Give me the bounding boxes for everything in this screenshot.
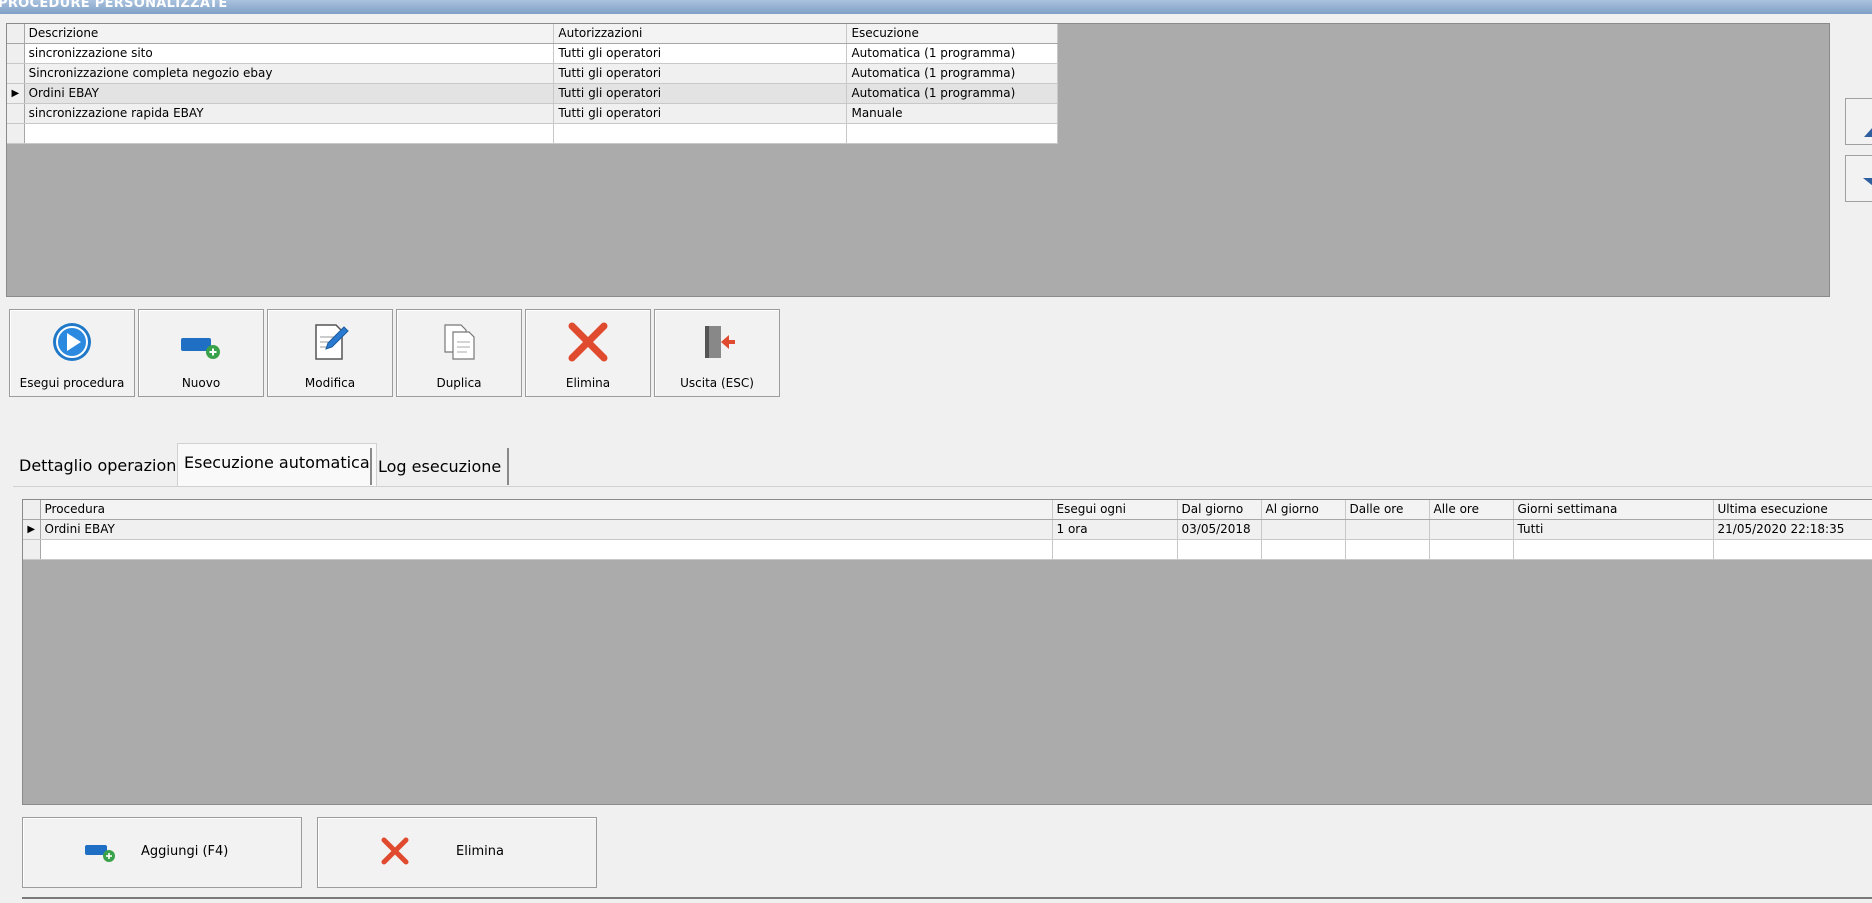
duplicate-label: Duplica (436, 376, 482, 390)
cell-dalle-ore[interactable] (1345, 519, 1430, 540)
cell-esecuzione[interactable]: Manuale (846, 103, 1058, 124)
run-procedure-label: Esegui procedura (19, 376, 125, 390)
window-title: PROCEDURE PERSONALIZZATE (0, 0, 228, 11)
cell-autorizzazioni[interactable]: Tutti gli operatori (553, 63, 848, 84)
table-row[interactable]: Sincronizzazione completa negozio ebay T… (7, 63, 1058, 84)
cell-descrizione[interactable]: Sincronizzazione completa negozio ebay (24, 63, 555, 84)
cell-alle-ore[interactable] (1429, 519, 1514, 540)
schedule-table: Procedura Esegui ogni Dal giorno Al gior… (23, 500, 1872, 560)
arrow-down-icon (1863, 178, 1872, 186)
duplicate-button[interactable]: Duplica (396, 309, 522, 397)
procedures-header-row: Descrizione Autorizzazioni Esecuzione (7, 24, 1058, 44)
edit-button[interactable]: Modifica (267, 309, 393, 397)
column-header-ultima-esecuzione[interactable]: Ultima esecuzione (1713, 500, 1872, 520)
column-header-descrizione[interactable]: Descrizione (24, 24, 555, 44)
cell-empty[interactable] (40, 539, 1053, 560)
edit-label: Modifica (304, 376, 356, 390)
cell-descrizione[interactable]: sincronizzazione sito (24, 43, 555, 64)
delete-label: Elimina (565, 376, 611, 390)
cell-empty[interactable] (1513, 539, 1714, 560)
cell-empty[interactable] (846, 123, 1058, 144)
cell-empty[interactable] (1429, 539, 1514, 560)
delete-schedule-button[interactable]: Elimina (317, 817, 597, 888)
column-header-al-giorno[interactable]: Al giorno (1261, 500, 1346, 520)
row-indicator[interactable] (23, 539, 41, 560)
schedule-grid[interactable]: Procedura Esegui ogni Dal giorno Al gior… (22, 499, 1872, 805)
column-header-dal-giorno[interactable]: Dal giorno (1177, 500, 1262, 520)
cell-esecuzione[interactable]: Automatica (1 programma) (846, 83, 1058, 104)
tab-log-esecuzione[interactable]: Log esecuzione (370, 448, 510, 485)
row-indicator[interactable] (7, 63, 25, 84)
move-up-button[interactable] (1845, 98, 1872, 145)
cell-empty[interactable] (24, 123, 555, 144)
play-icon (53, 323, 91, 361)
cell-empty[interactable] (1177, 539, 1262, 560)
procedures-table: Descrizione Autorizzazioni Esecuzione si… (7, 24, 1058, 144)
delete-x-icon (568, 322, 608, 362)
cell-empty[interactable] (1261, 539, 1346, 560)
column-header-esegui-ogni[interactable]: Esegui ogni (1052, 500, 1178, 520)
row-indicator-header (7, 24, 25, 44)
new-label: Nuovo (181, 376, 221, 390)
column-header-autorizzazioni[interactable]: Autorizzazioni (553, 24, 848, 44)
new-row[interactable] (23, 539, 1872, 560)
edit-document-icon (315, 324, 349, 360)
new-button[interactable]: Nuovo (138, 309, 264, 397)
exit-label: Uscita (ESC) (680, 376, 754, 390)
column-header-alle-ore[interactable]: Alle ore (1429, 500, 1514, 520)
new-row[interactable] (7, 123, 1058, 144)
copy-document-icon (444, 324, 475, 360)
delete-schedule-label: Elimina (456, 844, 504, 859)
column-header-dalle-ore[interactable]: Dalle ore (1345, 500, 1430, 520)
cell-autorizzazioni[interactable]: Tutti gli operatori (553, 83, 848, 104)
row-indicator[interactable] (7, 103, 25, 124)
row-indicator-header (23, 500, 41, 520)
procedures-grid[interactable]: Descrizione Autorizzazioni Esecuzione si… (6, 23, 1830, 297)
column-header-esecuzione[interactable]: Esecuzione (846, 24, 1058, 44)
run-procedure-button[interactable]: Esegui procedura (9, 309, 135, 397)
cell-esecuzione[interactable]: Automatica (1 programma) (846, 43, 1058, 64)
cell-empty[interactable] (1052, 539, 1178, 560)
cell-procedura[interactable]: Ordini EBAY (40, 519, 1053, 540)
column-header-giorni-settimana[interactable]: Giorni settimana (1513, 500, 1714, 520)
cell-al-giorno[interactable] (1261, 519, 1346, 540)
cell-empty[interactable] (553, 123, 848, 144)
row-indicator[interactable] (7, 123, 25, 144)
add-item-icon (181, 338, 220, 359)
delete-button[interactable]: Elimina (525, 309, 651, 397)
move-down-button[interactable] (1845, 155, 1872, 202)
cell-descrizione[interactable]: Ordini EBAY (24, 83, 555, 104)
table-row-selected[interactable]: ▶ Ordini EBAY 1 ora 03/05/2018 Tutti 21/… (23, 519, 1872, 540)
add-schedule-label: Aggiungi (F4) (141, 844, 229, 859)
cell-esecuzione[interactable]: Automatica (1 programma) (846, 63, 1058, 84)
tab-esecuzione-automatica[interactable]: Esecuzione automatica (177, 443, 377, 487)
cell-giorni-settimana[interactable]: Tutti (1513, 519, 1714, 540)
row-indicator[interactable] (7, 43, 25, 64)
column-header-procedura[interactable]: Procedura (40, 500, 1053, 520)
row-selected-arrow-icon[interactable]: ▶ (23, 519, 41, 540)
table-row[interactable]: sincronizzazione sito Tutti gli operator… (7, 43, 1058, 64)
row-selected-arrow-icon[interactable]: ▶ (7, 83, 25, 104)
schedule-header-row: Procedura Esegui ogni Dal giorno Al gior… (23, 500, 1872, 520)
cell-dal-giorno[interactable]: 03/05/2018 (1177, 519, 1262, 540)
arrow-up-icon (1864, 128, 1872, 137)
window-title-bar: PROCEDURE PERSONALIZZATE (0, 0, 1872, 14)
table-row-selected[interactable]: ▶ Ordini EBAY Tutti gli operatori Automa… (7, 83, 1058, 104)
table-row[interactable]: sincronizzazione rapida EBAY Tutti gli o… (7, 103, 1058, 124)
cell-esegui-ogni[interactable]: 1 ora (1052, 519, 1178, 540)
bottom-divider (22, 897, 1872, 899)
delete-x-icon (381, 837, 409, 865)
exit-button[interactable]: Uscita (ESC) (654, 309, 780, 397)
add-schedule-button[interactable]: Aggiungi (F4) (22, 817, 302, 888)
cell-empty[interactable] (1713, 539, 1872, 560)
tab-dettaglio-operazioni[interactable]: Dettaglio operazioni (13, 447, 187, 485)
cell-descrizione[interactable]: sincronizzazione rapida EBAY (24, 103, 555, 124)
exit-door-icon (705, 326, 735, 358)
cell-empty[interactable] (1345, 539, 1430, 560)
cell-ultima-esecuzione[interactable]: 21/05/2020 22:18:35 (1713, 519, 1872, 540)
add-item-icon (85, 845, 115, 862)
cell-autorizzazioni[interactable]: Tutti gli operatori (553, 103, 848, 124)
cell-autorizzazioni[interactable]: Tutti gli operatori (553, 43, 848, 64)
